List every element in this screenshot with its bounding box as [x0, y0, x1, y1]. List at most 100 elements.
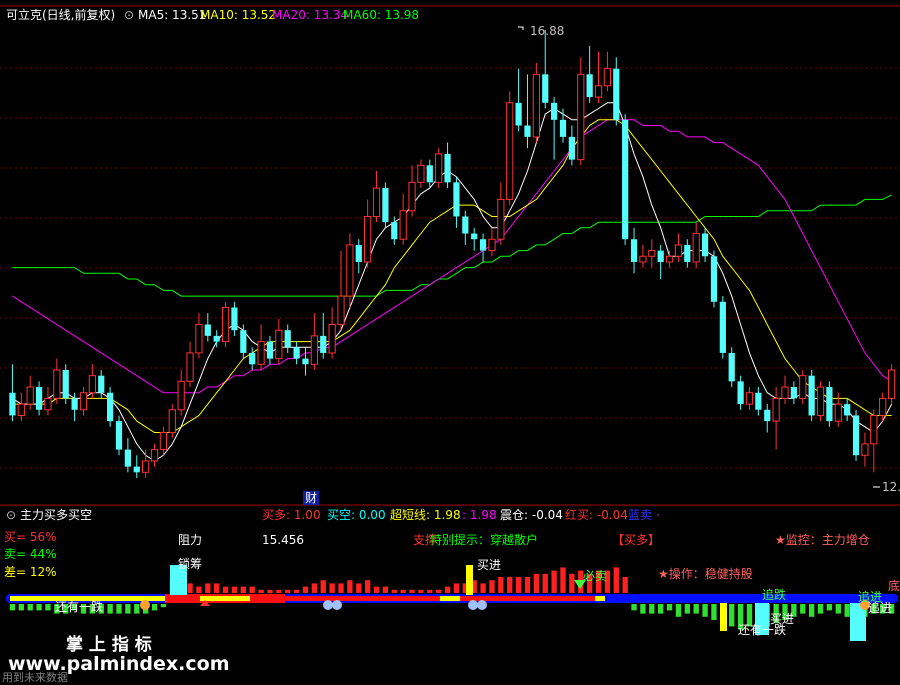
diff-percent: 差= 12%: [4, 565, 57, 579]
grid-lines: [0, 67, 900, 469]
candle: [462, 210, 469, 245]
resistance-value: 15.456: [262, 533, 304, 547]
candle: [692, 222, 700, 268]
candle: [861, 432, 869, 467]
candle: [115, 415, 123, 456]
operate-text: ★操作：稳健持股: [658, 567, 753, 581]
ma60-line: [12, 194, 892, 297]
sub-settings-icon[interactable]: ⊙: [6, 508, 16, 522]
candle: [328, 307, 336, 359]
still-fall-tag-1: 还有一跌: [55, 600, 104, 614]
indicator-bar: [196, 586, 202, 593]
candle: [417, 159, 425, 189]
indicator-bar: [160, 604, 167, 608]
indicator-value-short-term-2: : 1.98: [462, 508, 497, 522]
indicator-bar: [107, 604, 113, 614]
indicator-bar: [258, 589, 264, 593]
candle: [639, 244, 647, 268]
candle: [790, 381, 797, 405]
resistance-label: 阻力: [178, 533, 203, 547]
candle: [231, 301, 238, 336]
candle: [364, 199, 372, 268]
indicator-bar: [205, 583, 211, 593]
candle: [133, 455, 140, 478]
buy-in-tag-2: 买进: [770, 612, 795, 626]
indicator-bar: [373, 586, 380, 593]
indicator-bar: [302, 586, 309, 593]
indicator-bar: [498, 577, 504, 593]
must-sell-tag: 必卖: [583, 569, 608, 583]
candle: [551, 97, 558, 160]
candle: [524, 74, 531, 149]
settings-icon[interactable]: ⊙: [124, 8, 134, 22]
candle: [737, 375, 744, 410]
candle: [372, 170, 381, 223]
indicator-bar: [18, 604, 24, 611]
right-tag-1: 追进: [858, 590, 883, 604]
candle: [816, 381, 825, 422]
ma20-label: MA20: 13.34: [272, 8, 349, 22]
indicator-bar: [240, 586, 246, 593]
candle: [249, 347, 256, 370]
candle: [755, 387, 762, 416]
low-price-label: 12.: [882, 480, 900, 494]
indicator-bar: [800, 604, 806, 614]
candle: [834, 392, 842, 427]
candle: [150, 443, 159, 467]
candle: [665, 250, 674, 268]
indicator-bar: [729, 604, 735, 627]
candle: [701, 227, 709, 262]
candle: [887, 364, 896, 405]
candle: [240, 324, 247, 359]
candle: [488, 227, 496, 257]
indicator-bar: [817, 604, 824, 614]
chart-title: 可立克(日线,前复权): [6, 8, 116, 22]
high-marker-line: [518, 26, 524, 30]
face-icon: [140, 600, 150, 610]
finance-tag[interactable]: 财: [303, 491, 320, 505]
candle: [435, 148, 443, 189]
yellow-bar-2: [720, 603, 727, 631]
monitor-text: ★监控：主力增仓: [775, 533, 870, 547]
indicator-title: 主力买多买空: [20, 508, 93, 522]
indicator-bar: [347, 580, 353, 593]
indicator-bar: [649, 604, 655, 614]
indicator-bar: [9, 604, 16, 611]
candle: [577, 57, 585, 166]
candle: [62, 364, 69, 405]
candle: [159, 426, 168, 456]
indicator-bar: [338, 583, 344, 593]
candle: [293, 341, 300, 365]
indicator-bar: [515, 577, 522, 593]
candle: [648, 239, 656, 268]
indicator-bar: [693, 604, 699, 614]
indicator-value-blue-sell: 蓝卖: [628, 508, 653, 522]
indicator-bar: [400, 589, 406, 593]
indicator-bar: [293, 589, 300, 593]
candle: [728, 347, 735, 388]
indicator-bar: [489, 580, 495, 593]
candle: [844, 398, 851, 422]
ma5-label: MA5: 13.51: [138, 8, 207, 22]
sad-face-icon: [323, 600, 333, 610]
indicator-bar: [480, 583, 486, 593]
indicator-bar: [409, 589, 415, 593]
candle: [79, 387, 88, 416]
candle: [532, 62, 540, 143]
indicator-bar: [684, 604, 690, 614]
indicator-bar: [711, 604, 717, 620]
candle: [177, 369, 185, 416]
indicator-value-shake: 震仓: -0.04: [500, 508, 563, 522]
candle: [44, 387, 52, 416]
candle: [266, 335, 274, 365]
indicator-bar: [640, 604, 646, 614]
candle: [204, 313, 211, 342]
candle: [275, 318, 283, 365]
candle: [506, 91, 514, 206]
candle: [852, 409, 860, 461]
candle: [657, 244, 664, 280]
indicator-bar: [391, 589, 397, 593]
candle: [870, 409, 878, 473]
indicator-bar: [808, 604, 815, 617]
indicator-value-buy-short: 买空: 0.00: [327, 508, 386, 522]
